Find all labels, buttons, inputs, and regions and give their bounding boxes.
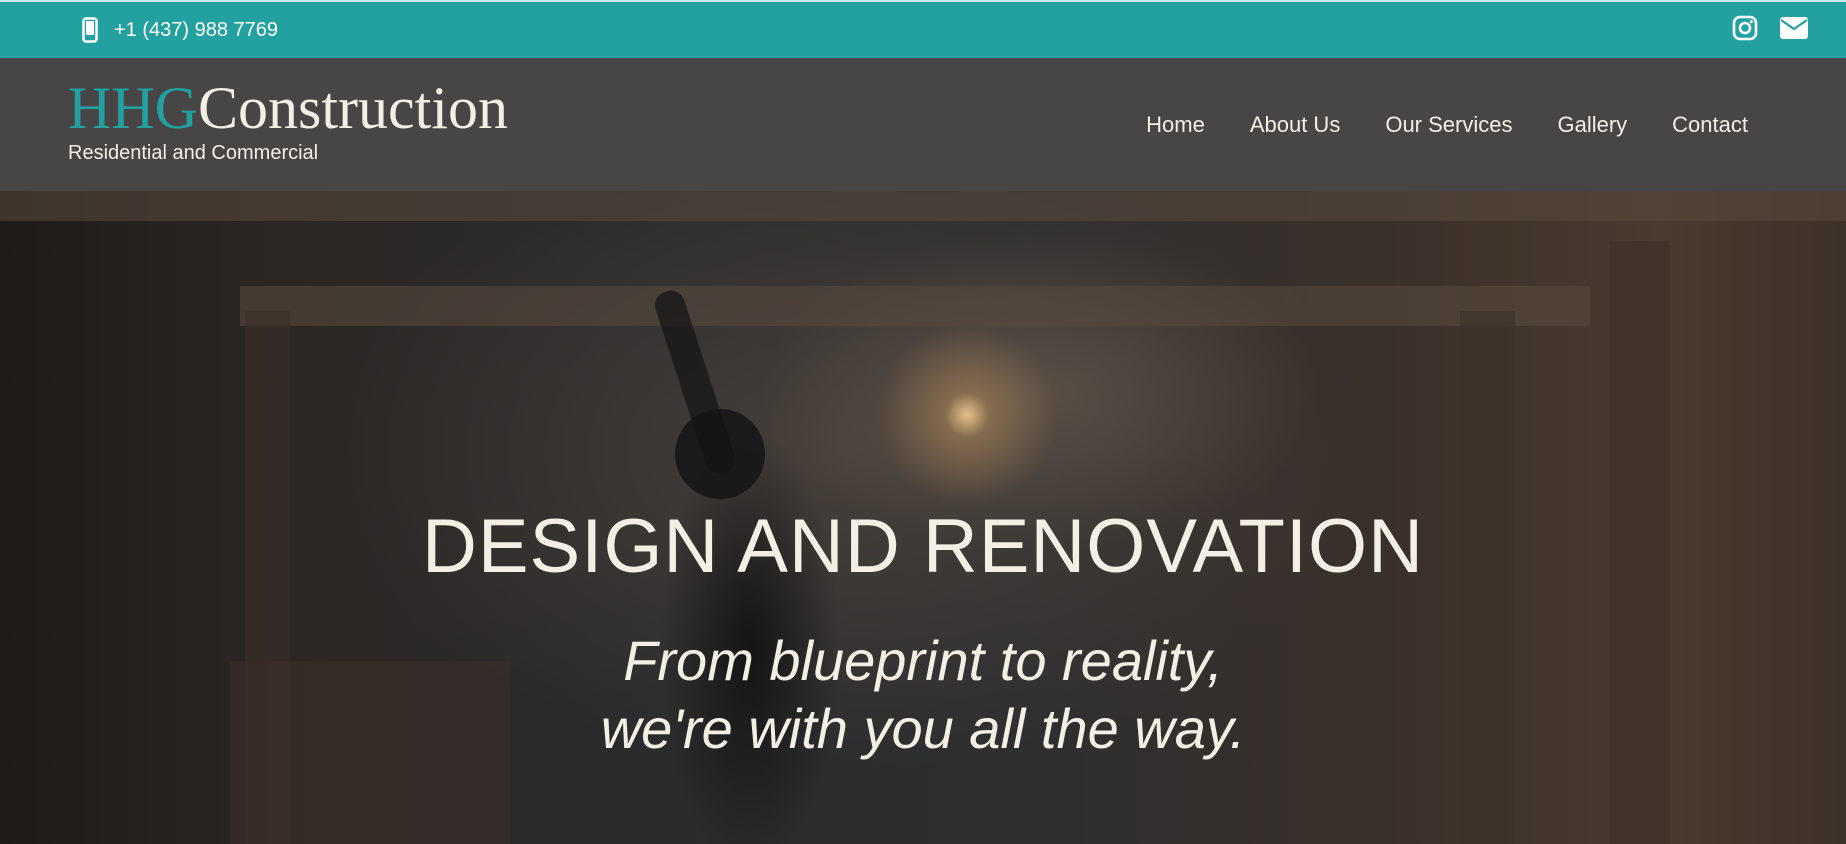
logo-title: HHGConstruction <box>68 76 508 140</box>
hero-ceiling-beam <box>240 286 1590 326</box>
hero-ceiling-beam <box>0 191 1846 221</box>
logo-hhg: HHG <box>68 75 198 141</box>
hero-subtitle: From blueprint to reality, we're with yo… <box>0 627 1846 763</box>
social-links <box>1732 15 1808 41</box>
hero-subtitle-line1: From blueprint to reality, <box>623 629 1223 692</box>
nav-gallery[interactable]: Gallery <box>1557 112 1627 138</box>
nav-about-us[interactable]: About Us <box>1250 112 1341 138</box>
site-logo[interactable]: HHGConstruction Residential and Commerci… <box>68 76 508 165</box>
hero-worker-head <box>675 409 765 499</box>
phone-contact[interactable]: +1 (437) 988 7769 <box>80 16 278 44</box>
top-contact-bar: +1 (437) 988 7769 <box>0 0 1846 58</box>
hero-section: DESIGN AND RENOVATION From blueprint to … <box>0 191 1846 844</box>
site-header: HHGConstruction Residential and Commerci… <box>0 58 1846 191</box>
nav-contact[interactable]: Contact <box>1672 112 1748 138</box>
mobile-phone-icon <box>80 16 100 44</box>
hero-title: DESIGN AND RENOVATION <box>421 504 1425 589</box>
logo-construction: Construction <box>198 75 508 141</box>
hero-subtitle-line2: we're with you all the way. <box>600 697 1246 760</box>
phone-number[interactable]: +1 (437) 988 7769 <box>114 19 278 42</box>
main-nav: Home About Us Our Services Gallery Conta… <box>1146 112 1748 138</box>
instagram-icon[interactable] <box>1732 15 1758 41</box>
nav-home[interactable]: Home <box>1146 112 1205 138</box>
nav-our-services[interactable]: Our Services <box>1385 112 1512 138</box>
logo-subtitle: Residential and Commercial <box>68 142 319 164</box>
envelope-icon[interactable] <box>1780 17 1808 39</box>
